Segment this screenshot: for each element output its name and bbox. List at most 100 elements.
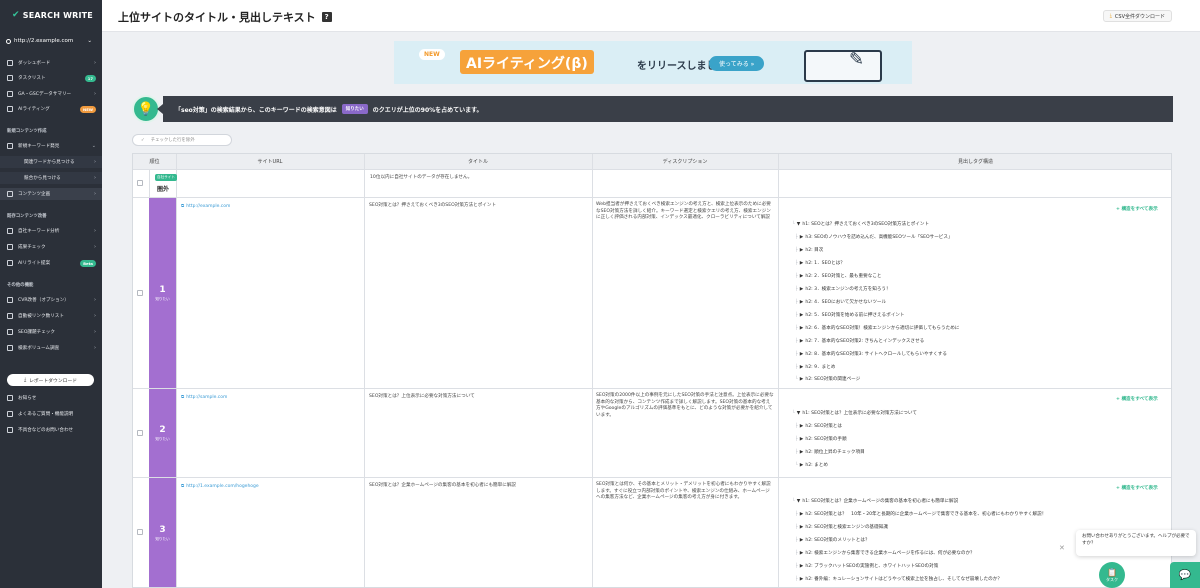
sidebar-item-ai-writing[interactable]: AIライティング NEW [0, 103, 102, 115]
tree-node: ├ ▶ h2: 検索エンジンから集客できる企業ホームページを作るには、何が必要なの… [795, 550, 975, 557]
tree-node: ├ ▶ h2: 順位上昇のチェック項目 [795, 449, 865, 456]
tree-node: ├ ▶ h2: 目次 [795, 247, 824, 254]
section-heading-new-content: 新規コンテンツ作成 [7, 129, 47, 134]
col-header-heading-structure: 見出しタグ構造 [778, 154, 1171, 169]
own-site-badge: 自社サイト [155, 174, 177, 181]
download-icon: ⤓ [1109, 13, 1112, 19]
sidebar-item-contact[interactable]: 不具合などのお問い合わせ [0, 424, 102, 436]
show-all-structure-link[interactable]: + 構造をすべて表示 [1116, 206, 1158, 212]
new-badge: NEW [80, 105, 96, 113]
sidebar-item-cvr[interactable]: CVR改善（オプション） › [0, 294, 102, 306]
lightbulb-icon: 💡 [132, 95, 160, 123]
task-button[interactable]: 📋 タスク [1099, 562, 1125, 588]
logo-check-icon: ✔ [12, 10, 20, 20]
sidebar-item-faq[interactable]: よくあるご質問・機能説明 [0, 408, 102, 420]
banner-try-button[interactable]: 使ってみる » [709, 56, 765, 71]
sidebar-item-ai-rewrite[interactable]: AIリライト提案 Beta [0, 257, 102, 269]
rewrite-icon [7, 260, 13, 266]
tree-node: ├ ▶ h2: SEO対策のメリットとは？ [795, 537, 870, 544]
mail-icon [7, 427, 13, 433]
tree-node: └ ▼ h1: SEO対策とは？企業ホームページの集客の基本を初心者にも簡単に解説 [792, 498, 959, 505]
sidebar-item-new-keyword[interactable]: 新規キーワード発見 ⌄ [0, 140, 102, 152]
col-header-url: サイトURL [176, 154, 364, 169]
chat-button[interactable]: 💬 [1170, 562, 1200, 588]
exclude-checked-button[interactable]: ✓ チェックした行を除外 [132, 134, 232, 146]
chevron-right-icon: › [94, 297, 96, 303]
site-url-link[interactable]: ⧉ http://sample.com [181, 394, 227, 401]
tree-node: ├ ▶ h2: 3．検索エンジンの考え方を知ろう！ [795, 286, 891, 293]
section-heading-other: その他の機能 [7, 283, 34, 288]
bell-icon [7, 395, 13, 401]
check-icon [7, 244, 13, 250]
chart-icon [7, 91, 13, 97]
csv-download-button[interactable]: ⤓ CSV全件ダウンロード [1102, 10, 1172, 22]
site-url-link[interactable]: ⧉ http://1.example.com/hogehoge [181, 483, 259, 490]
beta-badge: Beta [80, 259, 96, 267]
sidebar-item-competitors[interactable]: 競合から見つける › [0, 172, 102, 184]
col-header-title: タイトル [364, 154, 592, 169]
document-icon [7, 191, 13, 197]
tree-node: ├ ▶ h2: 2．SEO対策と、最も重要なこと [795, 273, 882, 280]
help-icon[interactable]: ? [321, 12, 332, 22]
row-checkbox[interactable] [137, 290, 143, 296]
site-selector[interactable]: http://2.example.com ⌄ [0, 20, 102, 44]
app-logo[interactable]: ✔ SEARCH WRITE [0, 0, 102, 20]
chevron-right-icon: › [94, 244, 96, 250]
sidebar-item-seo-check[interactable]: SEO課題チェック › [0, 326, 102, 338]
intent-tag: 知りたい [341, 104, 368, 114]
description-cell: SEO対策の2000件以上の事例を元にしたSEO対策の手法と注意点。上位表示に必… [596, 393, 774, 418]
title-cell: SEO対策とは？上位表示に必要な対策方法について [369, 394, 475, 399]
sidebar-item-dashboard[interactable]: ダッシュボード › [0, 57, 102, 69]
results-table: 順位 サイトURL タイトル ディスクリプション 見出しタグ構造 自社サイト 圏… [132, 153, 1172, 588]
sidebar-item-news[interactable]: お知らせ [0, 392, 102, 404]
report-download-button[interactable]: ⤓ レポートダウンロード [7, 374, 94, 386]
external-link-icon: ⧉ [181, 204, 185, 209]
chevron-right-icon: › [94, 345, 96, 351]
checklist-icon [7, 329, 13, 335]
description-cell: Web担当者が押さえておくべき検索エンジンの考え方と、検索上位表示のために必要な… [596, 202, 771, 221]
tree-node: ├ ▶ h2: SEO対策とは？ 10年・20年と長期的に企業ホームページで集客で… [795, 511, 1047, 518]
sidebar-item-tasklist[interactable]: タスクリスト 17 [0, 72, 102, 84]
show-all-structure-link[interactable]: + 構造をすべて表示 [1116, 396, 1158, 402]
tree-node: ├ ▶ h2: SEO対策とは [795, 423, 842, 430]
row-checkbox[interactable] [137, 430, 143, 436]
tree-node: ├ ▶ h3: SEOのノウハウを詰め込んだ、高機能SEOツール「SEOサービス」 [795, 234, 953, 241]
tree-node: ├ ▶ h2: 9．まとめ [795, 364, 836, 371]
sidebar-item-ga-gsc[interactable]: GA・GSCデータサマリー › [0, 88, 102, 100]
sidebar-item-backlinks[interactable]: 自動被リンク数リスト › [0, 310, 102, 322]
sidebar-item-content-plan[interactable]: コンテンツ企画 › [0, 188, 102, 200]
tree-node: └ ▶ h2: まとめ [795, 462, 828, 469]
own-site-rank: 圏外 [157, 186, 170, 193]
check-icon: ✓ [141, 137, 145, 143]
site-url-link[interactable]: ⧉ http://example.com [181, 203, 230, 210]
bar-pointer [157, 104, 163, 114]
tree-node: └ ▼ h1: SEO対策とは？上位表示に必要な対策方法について [792, 410, 917, 417]
chevron-right-icon: › [94, 159, 96, 165]
title-cell: SEO対策とは？押さえておくべき3のSEO対策方法とポイント [369, 203, 497, 208]
tree-node: └ ▶ h2: SEO対策の関連ページ [795, 376, 861, 383]
question-icon [7, 411, 13, 417]
tree-node: └ ▼ h1: SEOとは？押さえておくべき3のSEO対策方法とポイント [792, 221, 930, 228]
tree-node: ├ ▶ h2: 7．基本的なSEO対策2: きちんとインデックスさせる [795, 338, 925, 345]
chevron-right-icon: › [94, 329, 96, 335]
globe-icon [6, 38, 11, 44]
row-checkbox[interactable] [137, 180, 143, 186]
sidebar-item-related-words[interactable]: 関連ワードから見つける › [0, 156, 102, 168]
own-site-message: 10位以内に自社サイトのデータが存在しません。 [370, 175, 473, 180]
tree-node: ├ ▶ h2: 1．SEOとは？ [795, 260, 845, 267]
ai-writing-banner[interactable]: NEW AIライティング(β) をリリースしました！ 使ってみる » ✎ [394, 41, 912, 84]
close-icon[interactable]: ✕ [1059, 544, 1065, 552]
main-content: 上位サイトのタイトル・見出しテキスト? ⤓ CSV全件ダウンロード NEW AIラ… [102, 0, 1200, 588]
chevron-right-icon: › [94, 228, 96, 234]
tree-node: ├ ▶ h2: 番外編：キュレーションサイトはどうやって検索上位を独占し、そしてな… [795, 576, 1002, 583]
clipboard-icon: 📋 [1107, 567, 1117, 577]
row-checkbox[interactable] [137, 529, 143, 535]
dashboard-icon [7, 60, 13, 66]
rank-cell: 2 知りたい [149, 389, 176, 477]
chat-tooltip[interactable]: お問い合わせありがとうございます。ヘルプが必要ですか？ [1076, 530, 1196, 556]
sidebar-item-result-check[interactable]: 成果チェック › [0, 241, 102, 253]
task-count-badge: 17 [84, 74, 96, 82]
sidebar-item-own-keyword[interactable]: 自社キーワード分析 › [0, 225, 102, 237]
show-all-structure-link[interactable]: + 構造をすべて表示 [1116, 485, 1158, 491]
sidebar-item-search-volume[interactable]: 検索ボリューム調査 › [0, 342, 102, 354]
